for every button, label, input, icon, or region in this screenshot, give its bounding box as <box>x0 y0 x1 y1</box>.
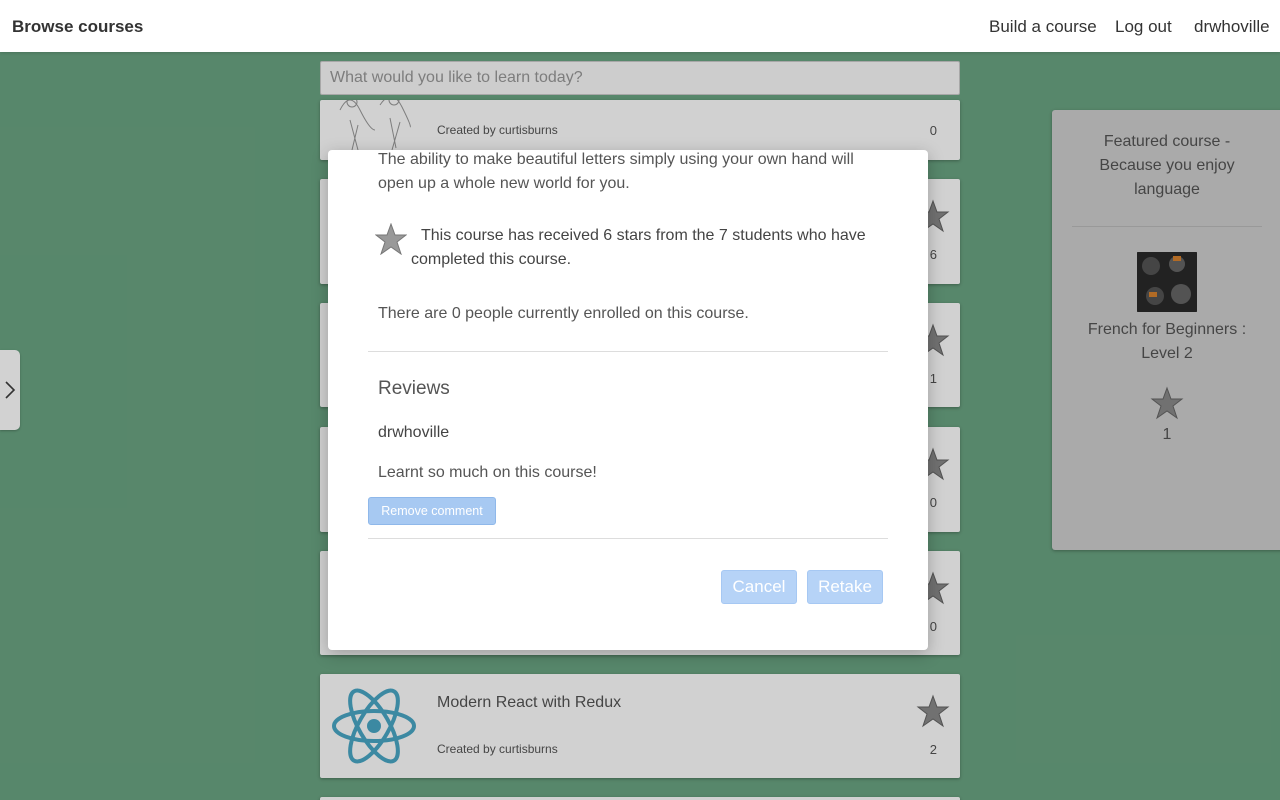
chevron-right-icon <box>5 381 16 399</box>
browse-courses-link[interactable]: Browse courses <box>12 17 143 37</box>
enrollment-count: There are 0 people currently enrolled on… <box>378 305 749 322</box>
review-author: drwhoville <box>378 424 450 441</box>
retake-button[interactable]: Retake <box>807 570 883 604</box>
modal-divider <box>368 538 888 539</box>
user-profile-link[interactable]: drwhoville <box>1194 17 1270 37</box>
remove-comment-button[interactable]: Remove comment <box>368 497 496 525</box>
logout-link[interactable]: Log out <box>1115 17 1172 37</box>
cancel-button[interactable]: Cancel <box>721 570 797 604</box>
build-course-link[interactable]: Build a course <box>989 17 1097 37</box>
sidebar-toggle-button[interactable] <box>0 350 20 430</box>
rating-summary: This course has received 6 stars from th… <box>411 227 866 268</box>
course-details-modal: The ability to make beautiful letters si… <box>328 150 928 650</box>
modal-divider <box>368 351 888 352</box>
top-navbar: Browse courses Build a course Log out dr… <box>0 0 1280 52</box>
reviews-heading: Reviews <box>378 378 450 399</box>
course-description: The ability to make beautiful letters si… <box>378 151 854 192</box>
review-comment: Learnt so much on this course! <box>378 464 597 481</box>
star-icon <box>375 223 407 255</box>
